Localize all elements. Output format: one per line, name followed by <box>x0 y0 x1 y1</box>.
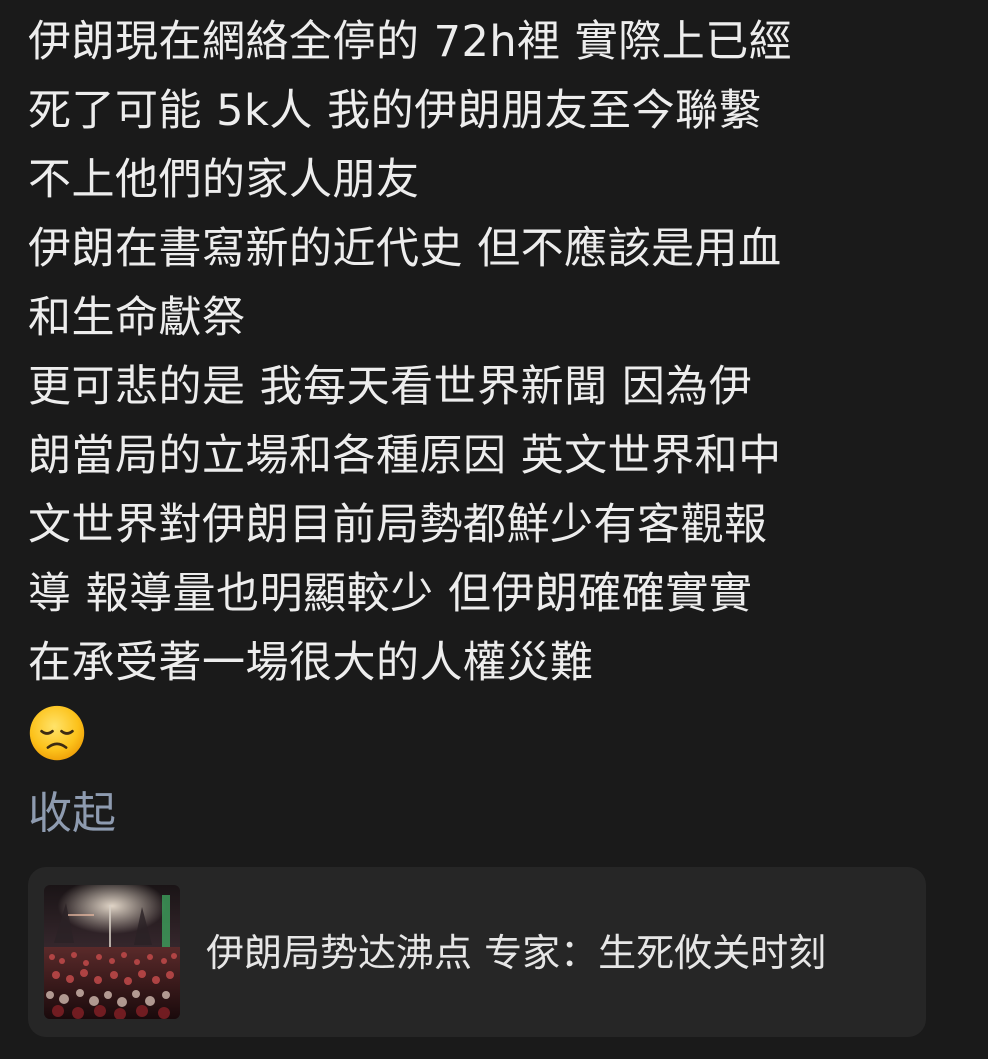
post-text-line: 導 報導量也明顯較少 但伊朗確確實實 <box>28 569 753 619</box>
disappointed-face-icon <box>29 705 85 761</box>
post-text-line: 和生命獻祭 <box>28 293 246 343</box>
post-text-line: 伊朗現在網絡全停的 72h裡 實際上已經 <box>28 17 793 67</box>
post-text-line: 在承受著一場很大的人權災難 <box>28 638 594 688</box>
post-text-line: 更可悲的是 我每天看世界新聞 因為伊 <box>28 362 753 412</box>
night-crowd-photo <box>44 885 180 1019</box>
link-preview-card[interactable]: 伊朗局势达沸点 专家：生死攸关时刻 <box>28 867 926 1037</box>
post-text-line: 死了可能 5k人 我的伊朗朋友至今聯繫 <box>28 86 763 136</box>
post-text-line: 不上他們的家人朋友 <box>28 155 420 205</box>
collapse-link[interactable]: 收起 <box>28 784 116 844</box>
card-thumbnail <box>44 885 180 1019</box>
post-text-line: 伊朗在書寫新的近代史 但不應該是用血 <box>28 224 782 274</box>
emoji-row <box>28 704 958 768</box>
card-title: 伊朗局势达沸点 专家：生死攸关时刻 <box>206 931 827 975</box>
post-text-line: 朗當局的立場和各種原因 英文世界和中 <box>28 431 782 481</box>
post-text-line: 文世界對伊朗目前局勢都鮮少有客觀報 <box>28 500 768 550</box>
post-body: 伊朗現在網絡全停的 72h裡 實際上已經 死了可能 5k人 我的伊朗朋友至今聯繫… <box>28 8 958 768</box>
